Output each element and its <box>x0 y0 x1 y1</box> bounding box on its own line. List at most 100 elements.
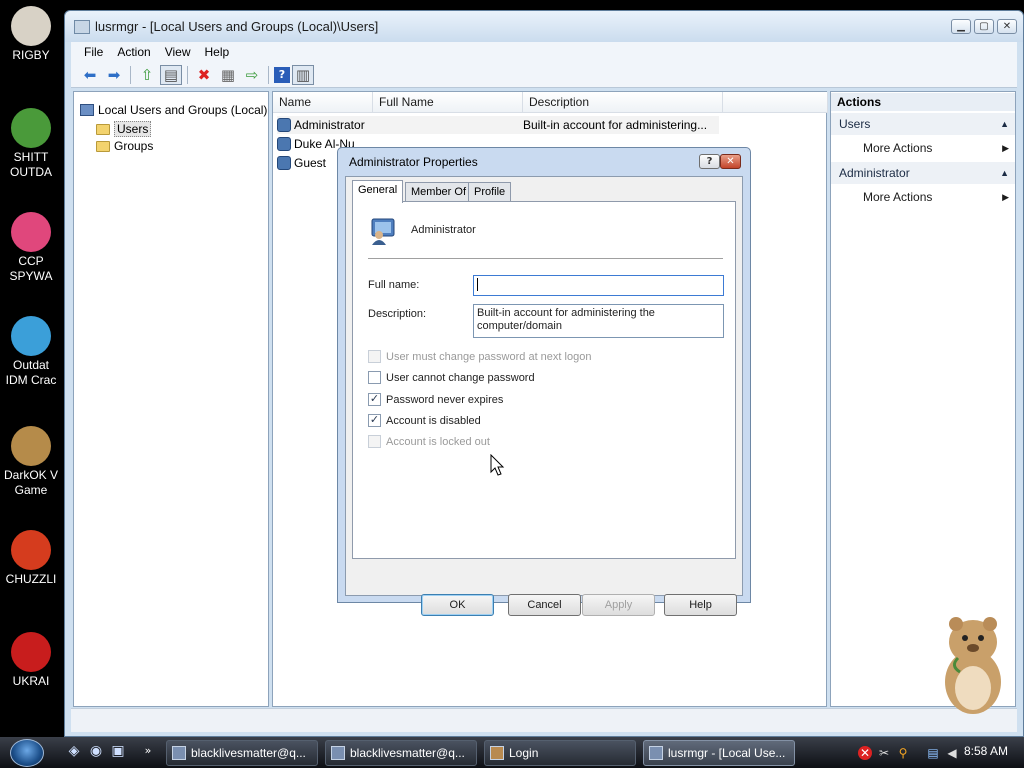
tree-item-users-label: Users <box>114 121 152 137</box>
submenu-arrow-icon: ▶ <box>1002 192 1009 202</box>
more-actions-administrator[interactable]: More Actions ▶ <box>863 186 1015 208</box>
network-icon[interactable]: ▤ <box>926 746 940 760</box>
account-name: Administrator <box>411 224 476 236</box>
administrator-properties-dialog: Administrator Properties ? ✕ General Mem… <box>337 147 751 616</box>
checkbox-option: User must change password at next logon <box>368 350 591 363</box>
shortcut-label: SHITT OUTDA <box>10 150 52 179</box>
desktop-shortcut[interactable]: RIGBY <box>0 6 62 63</box>
tools-icon[interactable]: ✂ <box>877 746 891 760</box>
description-field[interactable]: Built-in account for administering the c… <box>473 304 724 338</box>
taskbar-item[interactable]: blacklivesmatter@q... <box>166 740 318 766</box>
clock[interactable]: 8:58 AM <box>964 744 1008 758</box>
search-icon[interactable]: ⚲ <box>896 746 910 760</box>
checkbox-label: User cannot change password <box>386 371 535 384</box>
taskbar-item[interactable]: lusrmgr - [Local Use... <box>643 740 795 766</box>
show-desktop-icon[interactable]: ◈ <box>66 743 82 759</box>
column-header-full-name[interactable]: Full Name <box>373 92 523 113</box>
separator-line <box>368 258 723 259</box>
help-button[interactable]: Help <box>664 594 737 616</box>
window-titlebar[interactable]: lusrmgr - [Local Users and Groups (Local… <box>65 11 1023 42</box>
tree-pane: Local Users and Groups (Local) Users Gro… <box>73 91 269 707</box>
more-actions-label: More Actions <box>863 141 933 155</box>
checkbox-option[interactable]: ✓ Account is disabled <box>368 414 481 427</box>
mouse-pointer-icon <box>490 454 505 476</box>
users-groups-icon <box>80 104 94 116</box>
security-alert-icon[interactable]: ✕ <box>858 746 872 760</box>
actions-section-administrator[interactable]: Administrator ▲ <box>831 162 1015 184</box>
table-row[interactable]: Administrator Built-in account for admin… <box>277 116 719 134</box>
tree-item-groups[interactable]: Groups <box>96 139 153 153</box>
tree-root[interactable]: Local Users and Groups (Local) <box>80 103 267 117</box>
apply-button[interactable]: Apply <box>582 594 655 616</box>
folder-icon <box>96 123 110 135</box>
taskbar-item-label: blacklivesmatter@q... <box>191 746 306 760</box>
shortcut-label: UKRAI <box>12 674 50 688</box>
show-tree-icon[interactable]: ▤ <box>160 64 182 85</box>
menu-help[interactable]: Help <box>198 45 237 59</box>
desktop-shortcut[interactable]: UKRAI <box>0 632 62 689</box>
user-account-icon <box>371 218 395 245</box>
desktop-shortcut[interactable]: CCP SPYWA <box>0 212 62 284</box>
desktop-shortcut[interactable]: SHITT OUTDA <box>0 108 62 180</box>
quicklaunch-overflow-icon[interactable]: » <box>140 743 156 759</box>
full-name-field[interactable] <box>473 275 724 296</box>
shortcut-icon <box>11 108 51 148</box>
desktop-shortcut[interactable]: CHUZZLI <box>0 530 62 587</box>
volume-icon[interactable]: ◀ <box>945 746 959 760</box>
browser-quicklaunch-icon[interactable]: ◉ <box>88 743 104 759</box>
actions-section-users[interactable]: Users ▲ <box>831 113 1015 135</box>
checkbox-checked[interactable]: ✓ <box>368 393 381 406</box>
maximize-icon[interactable]: ▢ <box>974 19 994 34</box>
forward-arrow-icon[interactable]: ➡ <box>103 65 125 85</box>
taskbar-item-label: blacklivesmatter@q... <box>350 746 465 760</box>
switch-windows-icon[interactable]: ▣ <box>110 743 126 759</box>
properties-icon[interactable]: ▦ <box>217 65 239 85</box>
hamster-mascot-icon <box>945 617 1001 714</box>
menu-action[interactable]: Action <box>110 45 157 59</box>
checkbox-unchecked[interactable] <box>368 371 381 384</box>
checkbox-option[interactable]: User cannot change password <box>368 371 535 384</box>
menu-file[interactable]: File <box>77 45 110 59</box>
cancel-button[interactable]: Cancel <box>508 594 581 616</box>
desktop-shortcut[interactable]: DarkOK V Game <box>0 426 62 498</box>
table-row[interactable]: Guest <box>277 154 326 172</box>
close-icon[interactable]: ✕ <box>720 154 741 169</box>
tab-profile[interactable]: Profile <box>468 182 512 202</box>
collapse-icon[interactable]: ▲ <box>1000 162 1009 184</box>
tree-root-label: Local Users and Groups (Local) <box>98 103 268 117</box>
action-pane-icon[interactable]: ▥ <box>292 64 314 85</box>
collapse-icon[interactable]: ▲ <box>1000 113 1009 135</box>
column-header-description[interactable]: Description <box>523 92 723 113</box>
checkbox-checked[interactable]: ✓ <box>368 414 381 427</box>
up-folder-icon[interactable]: ⇧ <box>136 65 158 85</box>
shortcut-icon <box>11 530 51 570</box>
delete-icon[interactable]: ✖ <box>193 65 215 85</box>
more-actions-label: More Actions <box>863 190 933 204</box>
tree-item-users[interactable]: Users <box>96 121 152 137</box>
column-header-name[interactable]: Name <box>273 92 373 113</box>
toolbar-divider <box>187 65 188 84</box>
ok-button[interactable]: OK <box>421 594 494 616</box>
user-icon <box>277 156 291 170</box>
desktop-shortcut[interactable]: Outdat IDM Crac <box>0 316 62 388</box>
user-description: Built-in account for administering... <box>523 118 708 132</box>
taskbar-item[interactable]: Login <box>484 740 636 766</box>
tray-spacer <box>915 746 921 760</box>
export-icon[interactable]: ⇨ <box>241 65 263 85</box>
close-icon[interactable]: ✕ <box>997 19 1017 34</box>
more-actions-users[interactable]: More Actions ▶ <box>863 137 1015 159</box>
checkbox-option[interactable]: ✓ Password never expires <box>368 393 503 406</box>
start-button[interactable] <box>10 739 44 767</box>
app-icon <box>490 746 504 760</box>
tab-member-of[interactable]: Member Of <box>405 182 473 202</box>
minimize-icon[interactable]: ▁ <box>951 19 971 34</box>
window-title: lusrmgr - [Local Users and Groups (Local… <box>95 19 379 34</box>
back-arrow-icon[interactable]: ⬅ <box>79 65 101 85</box>
tab-general[interactable]: General <box>352 180 404 203</box>
menu-view[interactable]: View <box>158 45 198 59</box>
taskbar-item[interactable]: blacklivesmatter@q... <box>325 740 477 766</box>
description-label: Description: <box>368 308 427 320</box>
app-icon <box>649 746 663 760</box>
help-icon[interactable]: ? <box>274 66 290 83</box>
help-icon[interactable]: ? <box>699 154 720 169</box>
